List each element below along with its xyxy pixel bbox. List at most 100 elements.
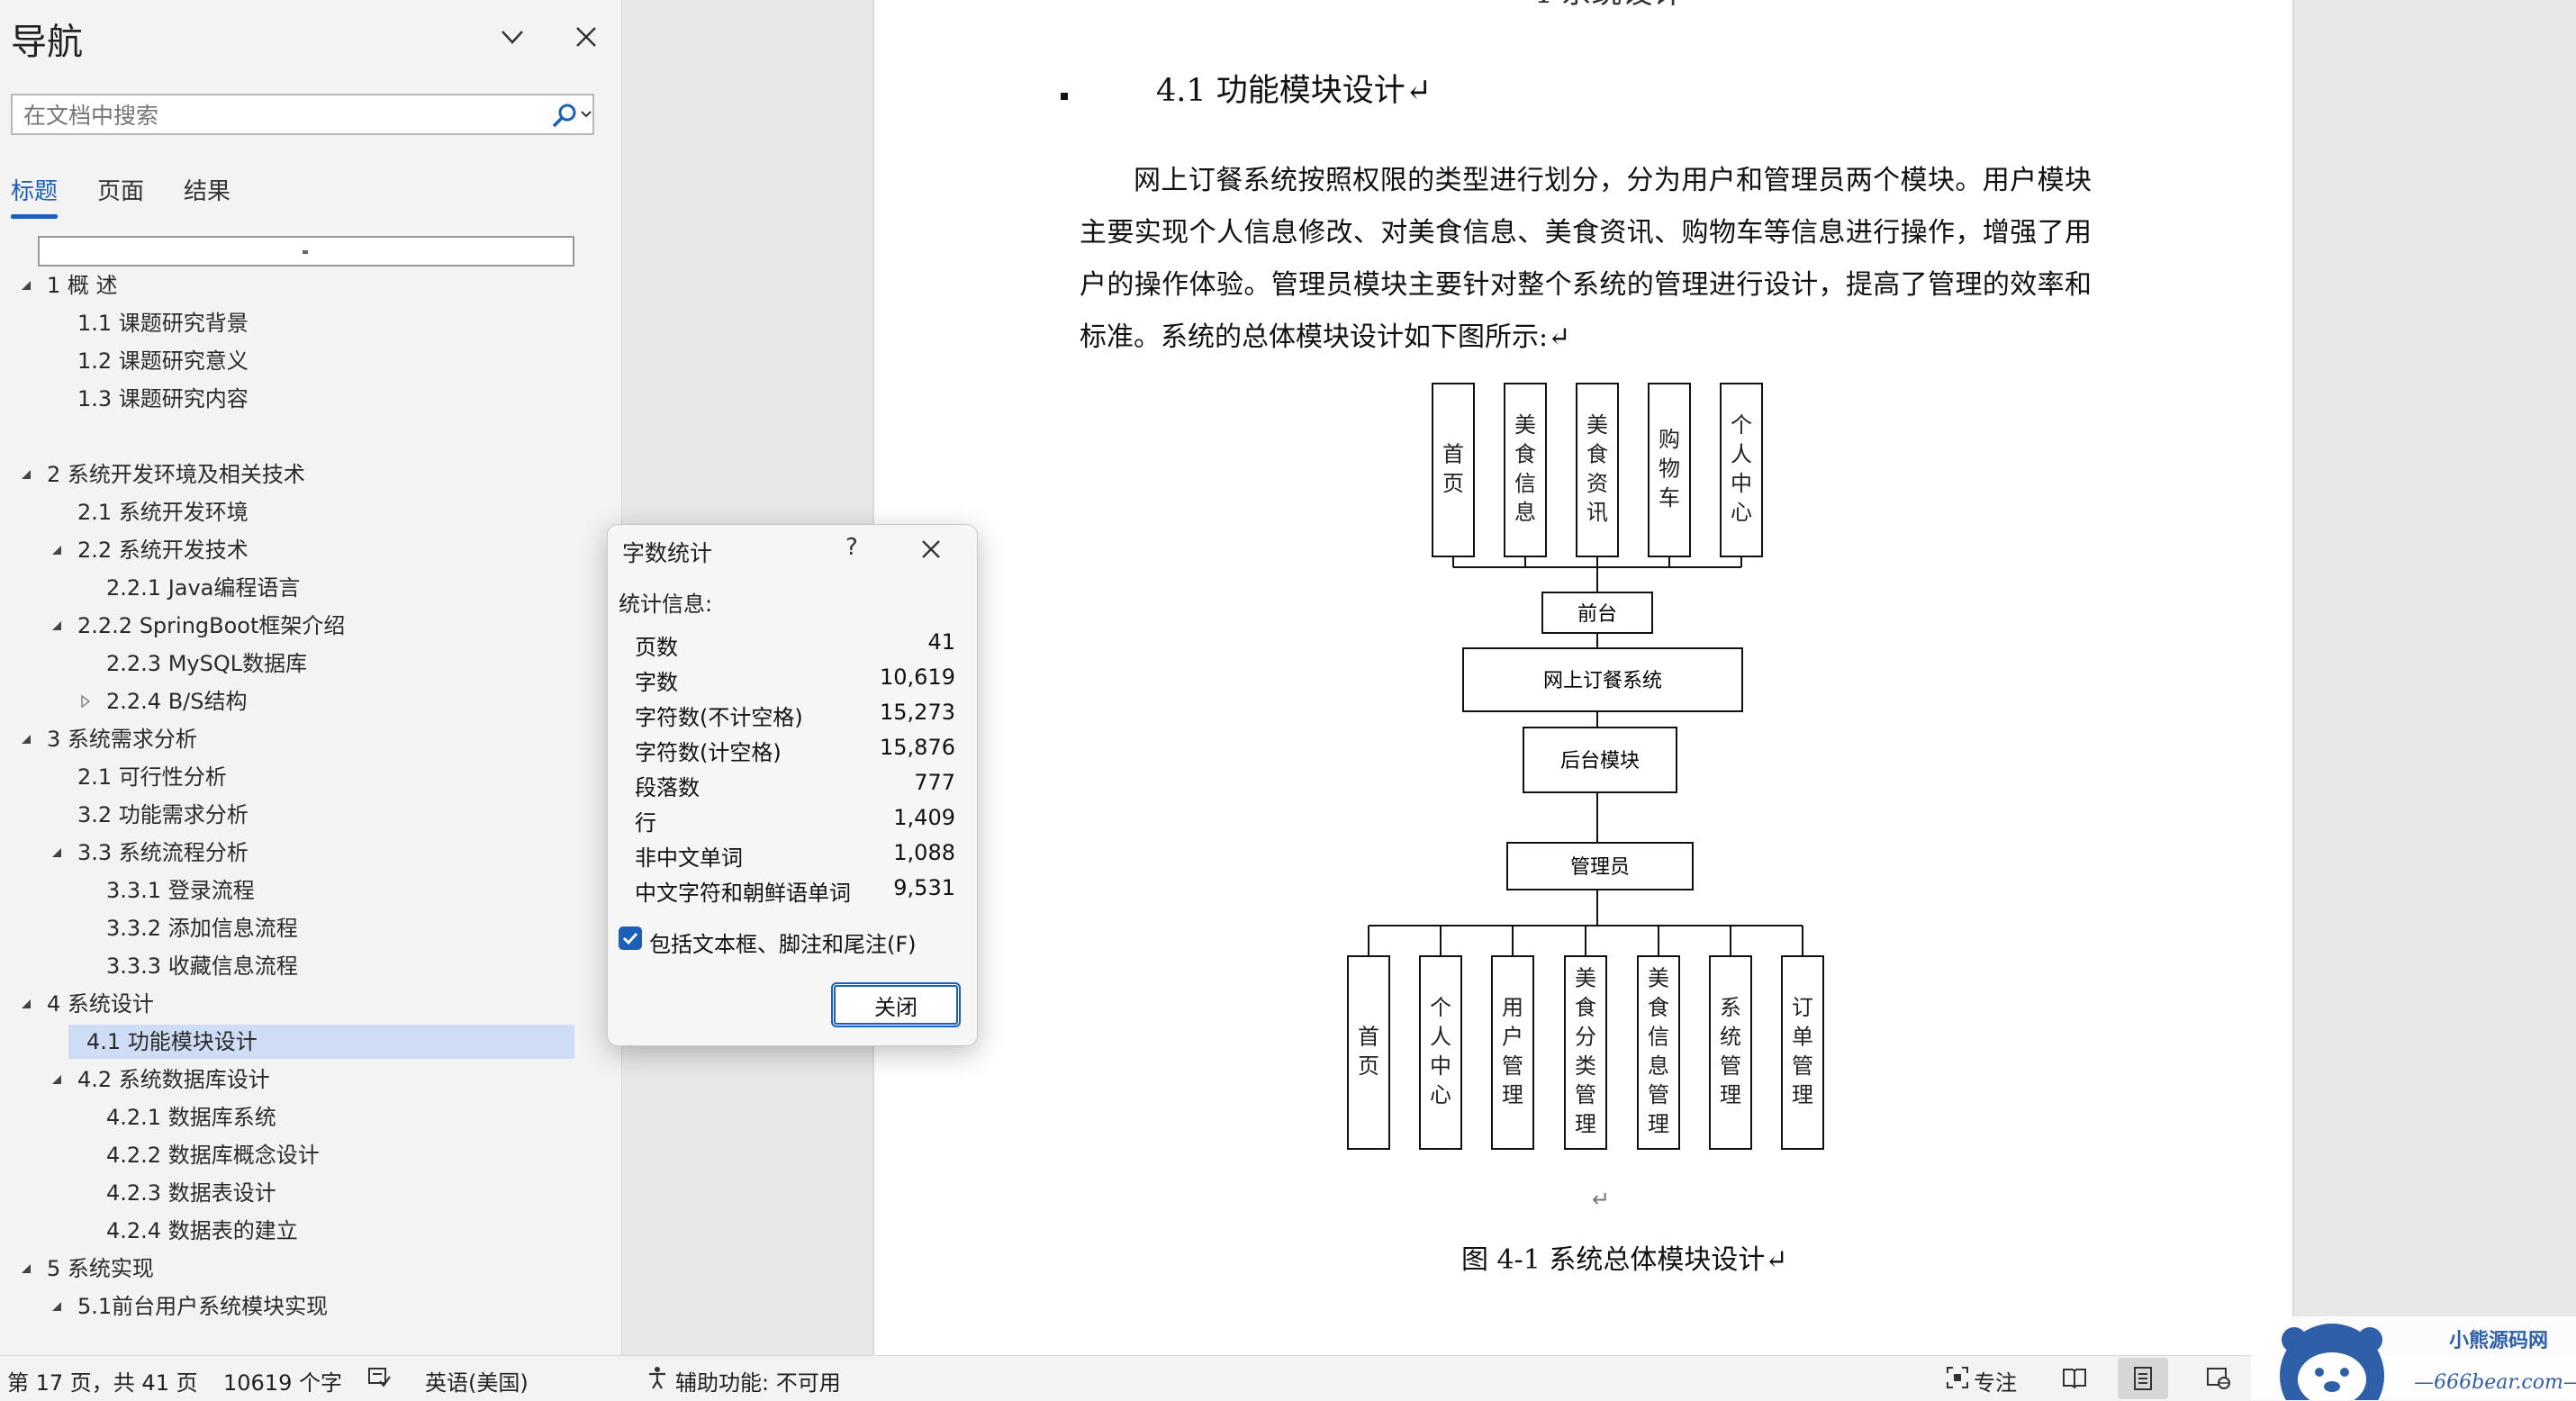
module-label-char: 食 [1648,995,1669,1020]
nav-heading-item[interactable]: 1.2 课题研究意义 [0,344,576,378]
module-label-char: 管 [1720,1053,1741,1079]
nav-heading-item[interactable]: 4.2.4 数据表的建立 [0,1214,576,1248]
focus-mode-button[interactable]: 专注 [1974,1365,2017,1396]
module-label-char: 统 [1720,1024,1741,1049]
module-label-char: 息 [1648,1053,1669,1079]
collapsed-arrow-icon[interactable] [79,695,92,708]
expanded-arrow-icon[interactable] [20,733,32,746]
watermark-url: —666bear.com— [2414,1371,2576,1394]
language-indicator[interactable]: 英语(美国) [425,1365,529,1396]
module-label-char: 页 [1442,471,1464,496]
help-button[interactable]: ? [845,534,858,561]
nav-heading-item[interactable] [0,420,576,454]
nav-heading-item[interactable]: 3 系统需求分析 [0,722,576,756]
nav-heading-item[interactable]: 2.2.2 SpringBoot框架介绍 [0,609,576,643]
page-indicator[interactable]: 第 17 页，共 41 页 [7,1365,198,1396]
expanded-arrow-icon[interactable] [20,998,32,1010]
tab-pages[interactable]: 页面 [97,173,144,206]
nav-heading-item[interactable]: 2 系统开发环境及相关技术 [0,457,576,492]
nav-heading-item[interactable]: 5.1前台用户系统模块实现 [0,1289,576,1324]
nav-heading-item[interactable]: 2.1 可行性分析 [0,760,576,794]
nav-heading-item[interactable]: 1 概 述 [0,268,576,303]
search-icon[interactable] [549,101,580,131]
proofing-icon[interactable] [366,1365,391,1390]
expanded-arrow-icon[interactable] [50,544,63,556]
word-count-dialog: 字数统计 ? 统计信息: 页数 41 字数 10,619 字符数(不计空格) 15,273… [607,524,978,1046]
expanded-arrow-icon[interactable] [50,1300,63,1313]
nav-heading-item[interactable]: 4.2.3 数据表设计 [0,1176,576,1210]
module-label-char: 美 [1586,412,1608,438]
module-label-char: 订 [1792,995,1813,1020]
module-label-char: 单 [1792,1024,1813,1049]
nav-heading-item[interactable]: 3.3.3 收藏信息流程 [0,949,576,983]
nav-search-box[interactable] [11,94,594,135]
system-label: 网上订餐系统 [1543,670,1662,692]
close-icon[interactable] [917,536,945,563]
nav-heading-item[interactable]: 3.3.2 添加信息流程 [0,911,576,945]
word-count-indicator[interactable]: 10619 个字 [223,1365,342,1396]
document-page[interactable]: 4 系统设计 4.1 功能模块设计↵ 网上订餐系统按照权限的类型进行划分，分为用… [874,0,2292,1355]
backend-label: 后台模块 [1560,750,1640,773]
module-label-char: 物 [1659,456,1680,482]
module-label-char: 食 [1514,441,1536,466]
stat-label: 非中文单词 [635,845,743,871]
nav-heading-item[interactable]: 4.2.2 数据库概念设计 [0,1138,576,1172]
accessibility-status[interactable]: 辅助功能: 不可用 [675,1365,841,1396]
nav-heading-label: 2 系统开发环境及相关技术 [47,462,305,487]
focus-icon[interactable] [1945,1365,1970,1390]
nav-heading-item[interactable]: 3.3 系统流程分析 [0,836,576,870]
nav-heading-item[interactable]: 1.3 课题研究内容 [0,382,576,416]
module-label-char: 人 [1430,1024,1451,1049]
nav-heading-item[interactable]: 2.2.3 MySQL数据库 [0,646,576,681]
nav-heading-item[interactable]: 2.2.1 Java编程语言 [0,571,576,605]
module-label-char: 美 [1514,412,1536,438]
nav-heading-item[interactable]: 4.1 功能模块设计 [68,1025,574,1059]
nav-heading-item[interactable]: 5 系统实现 [0,1252,576,1286]
include-checkbox[interactable] [619,926,642,950]
tab-results[interactable]: 结果 [184,173,230,206]
nav-heading-label: 2.2.3 MySQL数据库 [106,651,308,676]
expanded-arrow-icon[interactable] [20,468,32,481]
web-layout-icon[interactable] [2206,1365,2231,1390]
nav-heading-item[interactable]: 1.1 课题研究背景 [0,306,576,340]
tab-headings[interactable]: 标题 [11,173,58,206]
stat-row: 页数 41 [635,629,955,664]
nav-heading-item[interactable]: 3.3.1 登录流程 [0,873,576,908]
search-input[interactable] [22,101,529,130]
close-icon[interactable] [571,22,601,52]
include-checkbox-label[interactable]: 包括文本框、脚注和尾注(F) [649,926,917,958]
module-label-char: 心 [1731,500,1752,525]
nav-heading-item[interactable]: 4.2.1 数据库系统 [0,1100,576,1134]
expanded-arrow-icon[interactable] [50,846,63,859]
stat-label: 中文字符和朝鲜语单词 [635,881,851,906]
nav-heading-item[interactable]: 2.2.4 B/S结构 [0,684,576,719]
navigation-pane: 导航 标题 页面 结果 1 概 述 1.1 课题研究背景 1.2 课题研究意义 1.3… [0,0,622,1355]
nav-heading-item[interactable]: 3.2 功能需求分析 [0,798,576,832]
stat-label: 页数 [635,635,678,660]
nav-heading-filter[interactable] [38,236,574,267]
accessibility-icon[interactable] [645,1365,670,1390]
nav-heading-item[interactable]: 4.2 系统数据库设计 [0,1062,576,1097]
close-button[interactable]: 关闭 [831,982,961,1027]
expanded-arrow-icon[interactable] [50,1073,63,1086]
nav-heading-item[interactable]: 2.2 系统开发技术 [0,533,576,567]
chevron-down-icon[interactable] [580,108,592,121]
nav-heading-label: 4.2.4 数据表的建立 [106,1218,298,1243]
expanded-arrow-icon[interactable] [20,279,32,292]
module-label-char: 信 [1514,471,1536,496]
module-diagram: 首页美食信息美食资讯购物车个人中心 前台 网上订餐系统 后台模块 管理员 首页个… [1347,383,1824,1150]
nav-heading-label: 4.2.1 数据库系统 [106,1105,276,1130]
module-label-char: 车 [1659,485,1680,511]
nav-heading-label: 4 系统设计 [47,991,154,1017]
nav-heading-label: 1.3 课题研究内容 [77,386,249,411]
chevron-down-icon[interactable] [497,22,528,52]
expanded-arrow-icon[interactable] [50,619,63,632]
print-layout-view-button[interactable] [2118,1358,2168,1399]
nav-heading-item[interactable]: 2.1 系统开发环境 [0,495,576,529]
nav-heading-label: 2.2.4 B/S结构 [106,689,248,714]
expanded-arrow-icon[interactable] [20,1262,32,1275]
nav-heading-item[interactable]: 4 系统设计 [0,987,576,1021]
nav-heading-label: 4.2 系统数据库设计 [77,1067,270,1092]
read-mode-icon[interactable] [2062,1365,2087,1390]
nav-heading-label: 3.3 系统流程分析 [77,840,249,865]
